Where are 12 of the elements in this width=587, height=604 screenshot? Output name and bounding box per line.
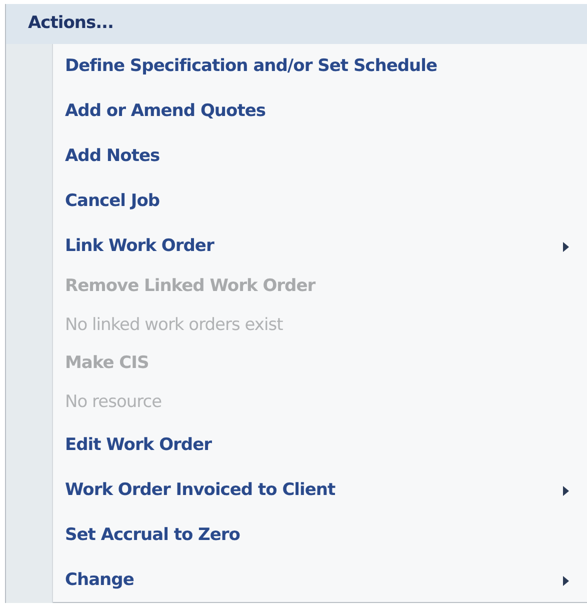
menu-item[interactable]: Set Accrual to Zero [53, 513, 587, 558]
menu-item[interactable]: Add Notes [53, 134, 587, 179]
menu-item[interactable]: Define Specification and/or Set Schedule [53, 44, 587, 89]
item-note: No resource [65, 390, 162, 414]
menu-item[interactable]: Cancel Job [53, 179, 587, 224]
item-note: No linked work orders exist [65, 314, 283, 337]
menu-item[interactable]: Add or Amend Quotes [53, 89, 587, 134]
menu-title: Actions... [28, 12, 114, 36]
menu-item[interactable]: Link Work Order [53, 224, 587, 269]
menu-item[interactable]: Change [53, 558, 587, 603]
menu-item[interactable]: Work Order Invoiced to Client [53, 468, 587, 513]
menu-item[interactable]: Edit Work Order [53, 423, 587, 468]
